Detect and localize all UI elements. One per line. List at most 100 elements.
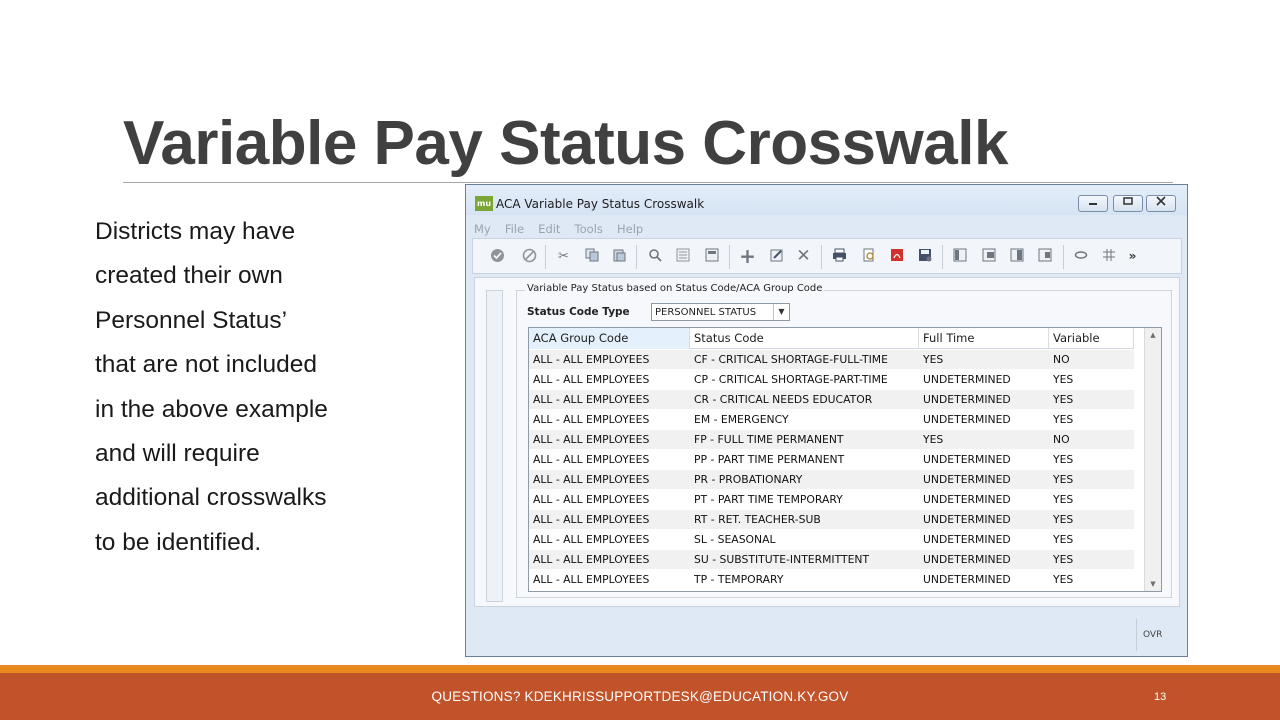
- toolbar-separator: [729, 245, 730, 269]
- cell-status-code: TP - TEMPORARY: [694, 573, 784, 586]
- cell-variable: YES: [1053, 493, 1074, 506]
- save-icon[interactable]: [916, 248, 933, 265]
- cell-variable: NO: [1053, 353, 1070, 366]
- cell-status-code: SL - SEASONAL: [694, 533, 776, 546]
- scroll-down-icon[interactable]: ▼: [1145, 577, 1161, 591]
- table-body: ALL - ALL EMPLOYEES CF - CRITICAL SHORTA…: [529, 350, 1134, 590]
- cell-aca-group-code: ALL - ALL EMPLOYEES: [533, 513, 650, 526]
- cell-full-time: UNDETERMINED: [923, 573, 1011, 586]
- menu-help[interactable]: Help: [617, 222, 643, 236]
- cell-variable: NO: [1053, 433, 1070, 446]
- table-row[interactable]: ALL - ALL EMPLOYEES EM - EMERGENCY UNDET…: [529, 410, 1134, 430]
- table-row[interactable]: ALL - ALL EMPLOYEES PT - PART TIME TEMPO…: [529, 490, 1134, 510]
- page-number: 13: [1154, 691, 1167, 703]
- menu-my[interactable]: My: [474, 222, 491, 236]
- cut-icon[interactable]: ✂: [555, 248, 572, 265]
- cell-full-time: UNDETERMINED: [923, 453, 1011, 466]
- chevron-down-icon[interactable]: ▼: [773, 304, 789, 320]
- form-icon[interactable]: [703, 248, 720, 265]
- table-row[interactable]: ALL - ALL EMPLOYEES FP - FULL TIME PERMA…: [529, 430, 1134, 450]
- maximize-button[interactable]: [1113, 195, 1143, 212]
- footer-accent: [0, 665, 1280, 673]
- list-icon[interactable]: [674, 248, 691, 265]
- table-row[interactable]: ALL - ALL EMPLOYEES SU - SUBSTITUTE-INTE…: [529, 550, 1134, 570]
- cell-full-time: YES: [923, 433, 944, 446]
- cell-full-time: YES: [923, 353, 944, 366]
- scroll-up-icon[interactable]: ▲: [1145, 328, 1161, 342]
- cell-status-code: PR - PROBATIONARY: [694, 473, 803, 486]
- print-icon[interactable]: [831, 248, 848, 265]
- cell-variable: YES: [1053, 393, 1074, 406]
- restore-icon: [1123, 197, 1133, 205]
- column-header-full-time[interactable]: Full Time: [919, 328, 1049, 349]
- cell-status-code: PP - PART TIME PERMANENT: [694, 453, 845, 466]
- more-icon[interactable]: »: [1124, 248, 1141, 265]
- copy-icon[interactable]: [583, 248, 600, 265]
- cell-aca-group-code: ALL - ALL EMPLOYEES: [533, 573, 650, 586]
- cell-aca-group-code: ALL - ALL EMPLOYEES: [533, 493, 650, 506]
- view1-icon[interactable]: [951, 248, 968, 265]
- paste-icon[interactable]: [610, 248, 627, 265]
- cell-variable: YES: [1053, 573, 1074, 586]
- table-row[interactable]: ALL - ALL EMPLOYEES PR - PROBATIONARY UN…: [529, 470, 1134, 490]
- status-bar: OVR: [1136, 619, 1176, 651]
- close-button[interactable]: [1146, 195, 1176, 212]
- status-code-type-select[interactable]: PERSONNEL STATUS ▼: [651, 303, 790, 321]
- status-code-type-label: Status Code Type: [527, 306, 630, 318]
- cell-status-code: CR - CRITICAL NEEDS EDUCATOR: [694, 393, 873, 406]
- app-logo: mu: [475, 196, 493, 211]
- menu-file[interactable]: File: [505, 222, 524, 236]
- overwrite-indicator: OVR: [1143, 630, 1163, 640]
- cell-status-code: CF - CRITICAL SHORTAGE-FULL-TIME: [694, 353, 888, 366]
- table-row[interactable]: ALL - ALL EMPLOYEES CP - CRITICAL SHORTA…: [529, 370, 1134, 390]
- cell-variable: YES: [1053, 553, 1074, 566]
- edit-icon[interactable]: [768, 248, 785, 265]
- cell-aca-group-code: ALL - ALL EMPLOYEES: [533, 433, 650, 446]
- table-row[interactable]: ALL - ALL EMPLOYEES SL - SEASONAL UNDETE…: [529, 530, 1134, 550]
- table-row[interactable]: ALL - ALL EMPLOYEES CF - CRITICAL SHORTA…: [529, 350, 1134, 370]
- cell-aca-group-code: ALL - ALL EMPLOYEES: [533, 533, 650, 546]
- body-line: to be identified.: [95, 528, 262, 556]
- window-titlebar[interactable]: mu ACA Variable Pay Status Crosswalk: [466, 185, 1187, 215]
- print-preview-icon[interactable]: [860, 248, 877, 265]
- add-icon[interactable]: +: [739, 246, 756, 266]
- table-row[interactable]: ALL - ALL EMPLOYEES RT - RET. TEACHER-SU…: [529, 510, 1134, 530]
- crosswalk-group: Variable Pay Status based on Status Code…: [516, 283, 1172, 598]
- minimize-button[interactable]: [1078, 195, 1108, 212]
- column-header-status-code[interactable]: Status Code: [690, 328, 919, 349]
- view4-icon[interactable]: [1036, 248, 1053, 265]
- body-line: and will require: [95, 439, 260, 467]
- table-row[interactable]: ALL - ALL EMPLOYEES PP - PART TIME PERMA…: [529, 450, 1134, 470]
- toolbar: ✂ + ✕ »: [472, 238, 1182, 274]
- cell-status-code: RT - RET. TEACHER-SUB: [694, 513, 821, 526]
- delete-icon[interactable]: ✕: [795, 248, 812, 265]
- body-line: created their own: [95, 262, 283, 290]
- table-row[interactable]: ALL - ALL EMPLOYEES CR - CRITICAL NEEDS …: [529, 390, 1134, 410]
- check-icon[interactable]: [489, 248, 506, 265]
- cell-full-time: UNDETERMINED: [923, 553, 1011, 566]
- cell-full-time: UNDETERMINED: [923, 373, 1011, 386]
- toolbar-separator: [821, 245, 822, 269]
- pdf-icon[interactable]: [888, 248, 905, 265]
- view3-icon[interactable]: [1008, 248, 1025, 265]
- cell-full-time: UNDETERMINED: [923, 513, 1011, 526]
- grid-icon[interactable]: [1100, 248, 1117, 265]
- title-divider: [123, 182, 1173, 183]
- view2-icon[interactable]: [980, 248, 997, 265]
- toolbar-separator: [1063, 245, 1064, 269]
- menu-edit[interactable]: Edit: [538, 222, 560, 236]
- toolbar-separator: [942, 245, 943, 269]
- group-title: Variable Pay Status based on Status Code…: [525, 283, 825, 294]
- cell-variable: YES: [1053, 513, 1074, 526]
- cell-status-code: FP - FULL TIME PERMANENT: [694, 433, 844, 446]
- column-header-variable[interactable]: Variable: [1049, 328, 1134, 349]
- cancel-icon[interactable]: [521, 248, 538, 265]
- table-header: ACA Group Code Status Code Full Time Var…: [529, 328, 1134, 349]
- vertical-scrollbar[interactable]: ▲ ▼: [1144, 328, 1161, 591]
- menu-tools[interactable]: Tools: [575, 222, 603, 236]
- column-header-aca-group-code[interactable]: ACA Group Code: [529, 328, 690, 349]
- table-row[interactable]: ALL - ALL EMPLOYEES TP - TEMPORARY UNDET…: [529, 570, 1134, 590]
- menu-bar: My File Edit Tools Help: [474, 218, 652, 236]
- search-icon[interactable]: [646, 248, 663, 265]
- attach-icon[interactable]: [1072, 248, 1089, 265]
